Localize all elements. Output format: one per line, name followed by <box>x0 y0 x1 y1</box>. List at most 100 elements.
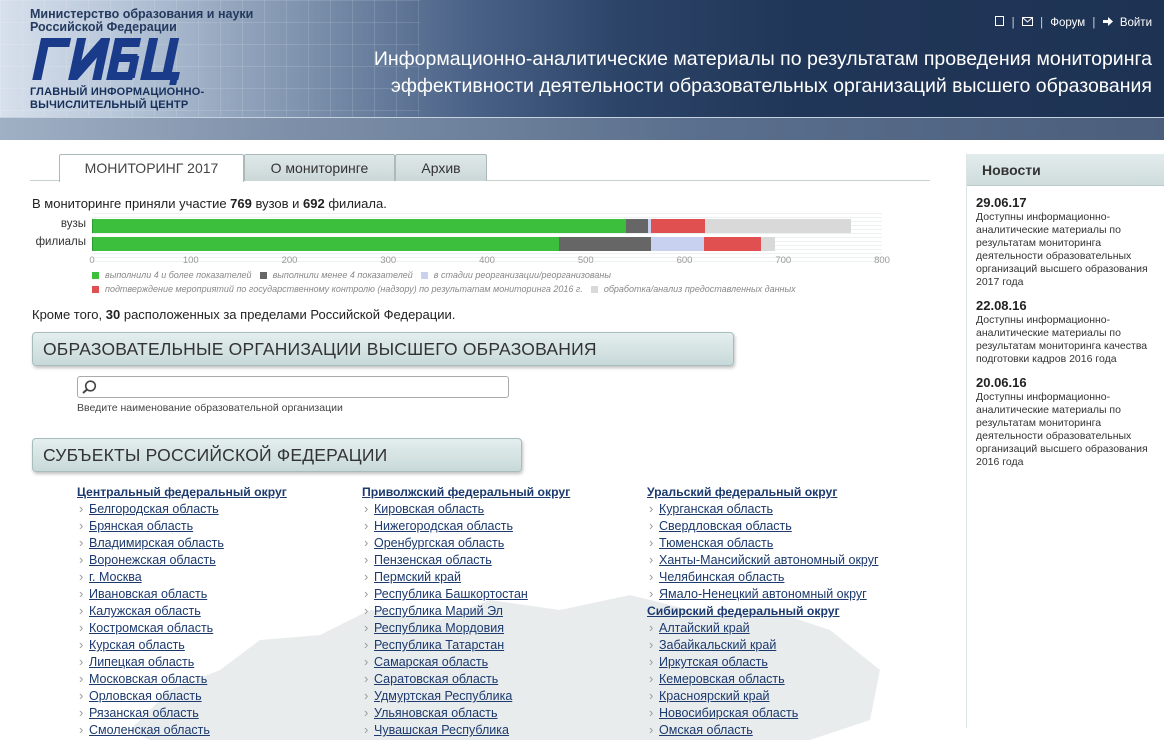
region-link[interactable]: Свердловская область <box>647 517 937 535</box>
tab-archive[interactable]: Архив <box>395 154 487 181</box>
region-link[interactable]: Ульяновская область <box>362 704 652 722</box>
region-link[interactable]: Челябинская область <box>647 568 937 586</box>
region-link[interactable]: Ямало-Ненецкий автономный округ <box>647 585 937 603</box>
region-link[interactable]: Саратовская область <box>362 670 652 688</box>
subjects-section-header: СУБЪЕКТЫ РОССИЙСКОЙ ФЕДЕРАЦИИ <box>32 438 522 472</box>
region-link[interactable]: Республика Мордовия <box>362 619 652 637</box>
region-link[interactable]: Владимирская область <box>77 534 367 552</box>
region-link[interactable]: Удмуртская Республика <box>362 687 652 705</box>
region-link[interactable]: Ханты-Мансийский автономный округ <box>647 551 937 569</box>
chart-legend-swatch <box>590 286 598 293</box>
news-item[interactable]: 20.06.16 Доступны информационно-аналитиче… <box>967 375 1164 469</box>
region-link[interactable]: Белгородская область <box>77 500 367 518</box>
chart-bar-segment <box>705 219 852 233</box>
chart-legend-swatch <box>92 286 99 293</box>
region-link[interactable]: Пензенская область <box>362 551 652 569</box>
search-icon <box>82 380 97 399</box>
region-link[interactable]: Курганская область <box>647 500 937 518</box>
intro-middle: вузов и <box>251 196 304 211</box>
tab-monitoring-2017[interactable]: МОНИТОРИНГ 2017 <box>59 154 244 182</box>
home-icon[interactable] <box>995 16 1007 29</box>
region-link[interactable]: Кемеровская область <box>647 670 937 688</box>
region-link[interactable]: Ивановская область <box>77 585 367 603</box>
news-date: 22.08.16 <box>976 298 1027 313</box>
region-link[interactable]: Республика Марий Эл <box>362 602 652 620</box>
org-search-hint: Введите наименование образовательной орг… <box>77 402 343 414</box>
region-link[interactable]: Орловская область <box>77 687 367 705</box>
chart-bar-segment <box>92 219 627 233</box>
chart-legend-item: выполнили 4 и более показателей <box>92 268 252 282</box>
districts-column-1: Центральный федеральный округБелгородска… <box>77 484 367 739</box>
region-link[interactable]: Калужская область <box>77 602 367 620</box>
header-title-line-1: Информационно-аналитические материалы по… <box>373 48 1152 70</box>
region-link[interactable]: Новосибирская область <box>647 704 937 722</box>
news-text: Доступны информационно-аналитические мат… <box>976 211 1148 288</box>
logout-icon-graphic <box>1102 17 1113 26</box>
region-link[interactable]: Костромская область <box>77 619 367 637</box>
givc-logo[interactable] <box>28 34 188 91</box>
region-link[interactable]: Воронежская область <box>77 551 367 569</box>
districts-column-3: Уральский федеральный округКурганская об… <box>647 484 937 739</box>
region-link[interactable]: г. Москва <box>77 568 367 586</box>
news-item[interactable]: 29.06.17 Доступны информационно-аналитиче… <box>967 195 1164 289</box>
region-link[interactable]: Липецкая область <box>77 653 367 671</box>
region-link[interactable]: Смоленская область <box>77 721 367 739</box>
districts-column-2: Приволжский федеральный округКировская о… <box>362 484 652 739</box>
abroad-suffix: расположенных за пределами Российской Фе… <box>120 307 456 322</box>
district-link[interactable]: Центральный федеральный округ <box>77 484 367 501</box>
region-link[interactable]: Республика Башкортостан <box>362 585 652 603</box>
region-link[interactable]: Иркутская область <box>647 653 937 671</box>
chart-legend-item: в стадии реорганизации/реорганизованы <box>420 268 611 282</box>
chart-legend-label: подтверждение мероприятий по государстве… <box>105 284 583 294</box>
org-search-box[interactable] <box>77 376 509 398</box>
chart-x-tick-label: 0 <box>89 255 95 266</box>
region-link[interactable]: Кировская область <box>362 500 652 518</box>
org-search-input[interactable] <box>100 378 500 396</box>
chart-bar-segment <box>92 237 560 251</box>
top-links: | | Форум | Войти <box>991 16 1152 29</box>
district-link[interactable]: Уральский федеральный округ <box>647 484 937 501</box>
region-link[interactable]: Алтайский край <box>647 619 937 637</box>
region-link[interactable]: Самарская область <box>362 653 652 671</box>
vuz-count: 769 <box>230 196 252 211</box>
logout-icon[interactable] <box>1102 17 1116 29</box>
mail-icon[interactable] <box>1021 17 1036 29</box>
news-date: 29.06.17 <box>976 195 1027 210</box>
region-link[interactable]: Пермский край <box>362 568 652 586</box>
participation-summary: В мониторинге приняли участие 769 вузов … <box>32 196 387 211</box>
login-link[interactable]: Войти <box>1120 17 1152 29</box>
district-link[interactable]: Приволжский федеральный округ <box>362 484 652 501</box>
chart-x-tick-label: 400 <box>479 255 495 266</box>
region-link[interactable]: Омская область <box>647 721 937 739</box>
district-link[interactable]: Сибирский федеральный округ <box>647 603 937 620</box>
chart-x-tick-label: 500 <box>577 255 594 266</box>
region-link[interactable]: Красноярский край <box>647 687 937 705</box>
main-content: МОНИТОРИНГ 2017 О мониторинге Архив В мо… <box>0 140 956 740</box>
news-text: Доступны информационно-аналитические мат… <box>976 314 1148 365</box>
region-link[interactable]: Рязанская область <box>77 704 367 722</box>
center-name: ГЛАВНЫЙ ИНФОРМАЦИОННО-ВЫЧИСЛИТЕЛЬНЫЙ ЦЕН… <box>30 86 205 111</box>
link-separator: | <box>1040 17 1044 29</box>
region-link[interactable]: Курская область <box>77 636 367 654</box>
chart-bar-segment <box>559 237 651 251</box>
search-icon-graphic <box>82 380 97 394</box>
region-link[interactable]: Забайкальский край <box>647 636 937 654</box>
chart-legend-item: обработка/анализ предоставленных данных <box>590 282 796 296</box>
chart-bar-segment <box>626 219 648 233</box>
chart-bar-segment <box>704 237 761 251</box>
region-link[interactable]: Тюменская область <box>647 534 937 552</box>
givc-logo-graphic <box>32 38 180 85</box>
region-link[interactable]: Республика Татарстан <box>362 636 652 654</box>
region-link[interactable]: Чувашская Республика <box>362 721 652 739</box>
news-item[interactable]: 22.08.16 Доступны информационно-аналитиче… <box>967 298 1164 366</box>
chart-legend-label: выполнили менее 4 показателей <box>272 270 413 280</box>
forum-link[interactable]: Форум <box>1050 17 1085 29</box>
region-link[interactable]: Брянская область <box>77 517 367 535</box>
tab-about-monitoring[interactable]: О мониторинге <box>244 154 395 181</box>
region-link[interactable]: Оренбургская область <box>362 534 652 552</box>
chart-legend-label: в стадии реорганизации/реорганизованы <box>433 270 611 280</box>
chart-row-label-branches: филиалы <box>35 236 86 248</box>
chart-legend-swatch <box>420 272 428 279</box>
region-link[interactable]: Московская область <box>77 670 367 688</box>
region-link[interactable]: Нижегородская область <box>362 517 652 535</box>
